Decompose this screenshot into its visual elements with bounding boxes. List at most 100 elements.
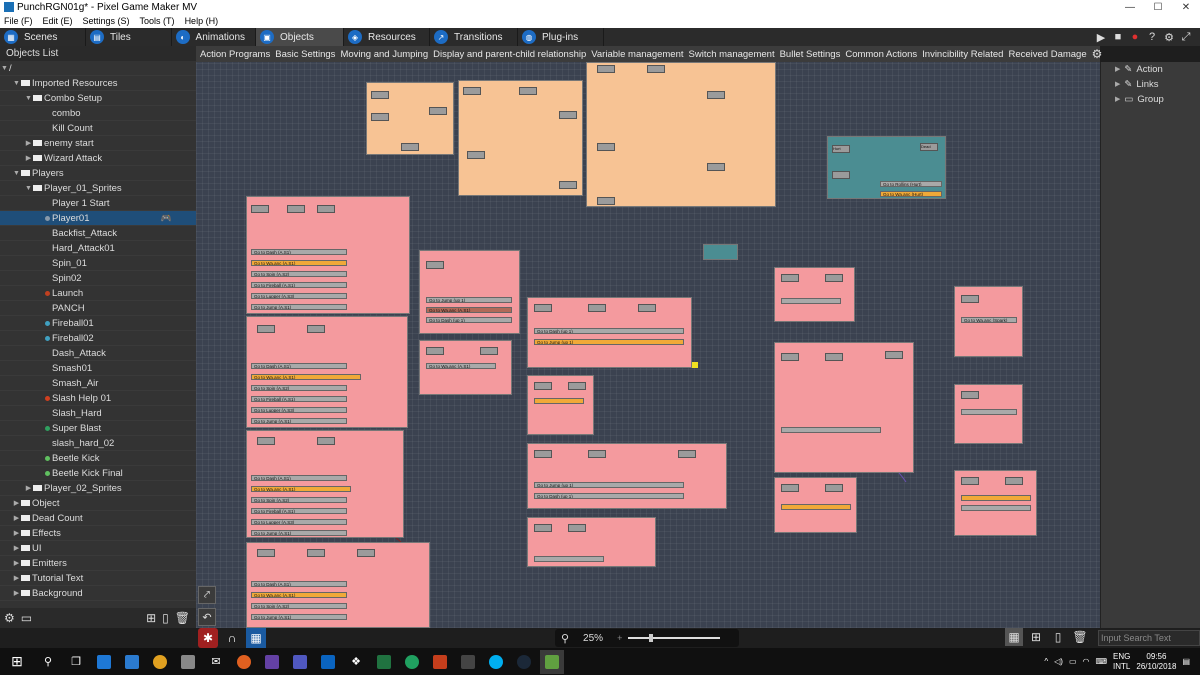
menu-edit[interactable]: Edit (E) — [43, 16, 73, 26]
link-bar[interactable]: Go to Wa.anc (A.S1) — [251, 374, 361, 380]
chevron-right-icon[interactable]: ▶ — [12, 556, 21, 571]
tree-object[interactable]: Slash Help 01 — [0, 391, 196, 406]
tree-object[interactable]: Fireball01 — [0, 316, 196, 331]
task-view-icon[interactable]: ❐ — [64, 650, 88, 674]
tree-folder[interactable]: ▼ Imported Resources — [0, 76, 196, 91]
tree-object[interactable]: Spin02 — [0, 271, 196, 286]
powerpoint-icon[interactable] — [428, 650, 452, 674]
state-box[interactable] — [707, 163, 725, 171]
action-node[interactable] — [586, 62, 776, 207]
state-box[interactable] — [467, 151, 485, 159]
tree-folder[interactable]: ▶ enemy start — [0, 136, 196, 151]
state-box[interactable] — [638, 304, 656, 312]
state-box[interactable] — [961, 391, 979, 399]
tree-object[interactable]: Beetle Kick — [0, 451, 196, 466]
trash-icon[interactable]: 🗑 — [1071, 628, 1089, 646]
action-node[interactable]: Go to Wa.anc (A.S1) — [419, 340, 512, 395]
state-box[interactable] — [597, 65, 615, 73]
state-box[interactable] — [781, 274, 799, 282]
panel-item-action[interactable]: ▶ ✎ Action — [1101, 62, 1200, 77]
state-box[interactable] — [781, 353, 799, 361]
maximize-button[interactable]: ☐ — [1144, 2, 1172, 13]
stop-icon[interactable]: ■ — [1112, 31, 1124, 43]
state-box[interactable] — [832, 171, 850, 179]
state-box[interactable] — [307, 549, 325, 557]
tab-tiles[interactable]: ▤ Tiles — [86, 28, 172, 46]
link-bar[interactable]: Go to Jump (up 1) — [534, 482, 684, 488]
tree-folder[interactable]: ▶ Tutorial Text — [0, 571, 196, 586]
action-node[interactable] — [954, 384, 1023, 444]
action-node[interactable] — [774, 477, 857, 533]
tree-folder[interactable]: ▶ UI — [0, 541, 196, 556]
tree-object[interactable]: Spin_01 — [0, 256, 196, 271]
state-box[interactable] — [357, 549, 375, 557]
tree-object[interactable]: Backfist_Attack — [0, 226, 196, 241]
settings-gear-icon[interactable]: ⚙ — [1163, 31, 1175, 44]
state-box[interactable] — [1005, 477, 1023, 485]
tree-folder[interactable]: ▶ Dead Count — [0, 511, 196, 526]
panel-item-group[interactable]: ▶ ▭ Group — [1101, 92, 1200, 107]
zoom-in-icon[interactable]: + — [617, 633, 622, 643]
tree-object[interactable]: Hard_Attack01 — [0, 241, 196, 256]
action-node[interactable] — [703, 244, 738, 260]
selection-handle[interactable] — [692, 362, 698, 368]
state-box[interactable]: Dead — [920, 143, 938, 151]
link-bar[interactable]: Go to Jump (A.S1) — [251, 530, 347, 536]
twitch-icon[interactable] — [260, 650, 284, 674]
tree-object[interactable]: slash_hard_02 — [0, 436, 196, 451]
object-thumbnail-icon[interactable]: ✱ — [198, 628, 218, 648]
chevron-down-icon[interactable]: ▼ — [12, 166, 21, 181]
tree-folder[interactable]: ▼ Players — [0, 166, 196, 181]
tray-arrow-icon[interactable]: ^ — [1044, 657, 1048, 666]
state-box[interactable] — [559, 111, 577, 119]
link-bar[interactable]: Go to Dash (up 1) — [534, 328, 684, 334]
tab-resources[interactable]: ◈ Resources — [344, 28, 430, 46]
link-bar[interactable]: Go to Spin (A.S2) — [251, 603, 347, 609]
state-box[interactable] — [371, 113, 389, 121]
chrome-icon[interactable] — [148, 650, 172, 674]
state-box[interactable] — [534, 524, 552, 532]
curve-tool-icon[interactable]: ↶ — [198, 608, 216, 626]
chevron-right-icon[interactable]: ▶ — [12, 571, 21, 586]
action-program-canvas[interactable]: Hurt Dead Go to Rollins (Hurt) Go to Wa.… — [196, 62, 1100, 628]
link-bar[interactable]: Go to Dash (up 1) — [534, 493, 684, 499]
link-bar[interactable]: Go to Jump (A.S1) — [251, 418, 347, 424]
state-box[interactable] — [534, 382, 552, 390]
state-box[interactable] — [559, 181, 577, 189]
state-box[interactable] — [825, 353, 843, 361]
copy-icon[interactable]: ▯ — [1049, 628, 1067, 646]
link-bar[interactable] — [781, 298, 841, 304]
tree-folder[interactable]: ▶ Player_02_Sprites — [0, 481, 196, 496]
link-bar[interactable]: Go to Dash (A.S1) — [251, 475, 347, 481]
category-4[interactable]: Variable management — [591, 49, 683, 60]
chevron-right-icon[interactable]: ▶ — [12, 526, 21, 541]
link-bar[interactable] — [534, 398, 584, 404]
tree-object[interactable]: Slash_Hard — [0, 406, 196, 421]
link-bar[interactable]: Go to Lupper (A.S3) — [251, 407, 347, 413]
state-box[interactable] — [257, 325, 275, 333]
player-action-node[interactable]: Go to Dash (A.S1) Go to Wa.anc (A.S1) Go… — [246, 316, 408, 428]
chevron-down-icon[interactable]: ▼ — [24, 181, 33, 196]
state-box[interactable] — [781, 484, 799, 492]
state-box[interactable] — [885, 351, 903, 359]
link-bar[interactable]: Go to Wa.anc (A.S1) — [251, 486, 351, 492]
tree-folder[interactable]: ▶ Wizard Attack — [0, 151, 196, 166]
tab-animations[interactable]: ◐ Animations — [172, 28, 256, 46]
windows-start-icon[interactable]: ⊞ — [0, 653, 34, 670]
magnet-icon[interactable]: ∩ — [222, 628, 242, 648]
tree-object[interactable]: Launch — [0, 286, 196, 301]
state-box[interactable] — [534, 450, 552, 458]
store-icon[interactable] — [120, 650, 144, 674]
category-9[interactable]: Received Damage — [1008, 49, 1086, 60]
help-icon[interactable]: ? — [1146, 31, 1158, 43]
tree-folder[interactable]: ▶ Emitters — [0, 556, 196, 571]
link-bar[interactable]: Go to Dash (A.S1) — [251, 249, 347, 255]
link-bar[interactable]: Go to Fireball (A.S1) — [251, 396, 347, 402]
tree-object[interactable]: Super Blast — [0, 421, 196, 436]
state-box[interactable] — [597, 143, 615, 151]
link-bar[interactable] — [534, 556, 604, 562]
state-box[interactable] — [597, 197, 615, 205]
expand-icon[interactable]: ⤢ — [1180, 31, 1192, 43]
state-box[interactable] — [825, 484, 843, 492]
action-node[interactable] — [366, 82, 454, 155]
